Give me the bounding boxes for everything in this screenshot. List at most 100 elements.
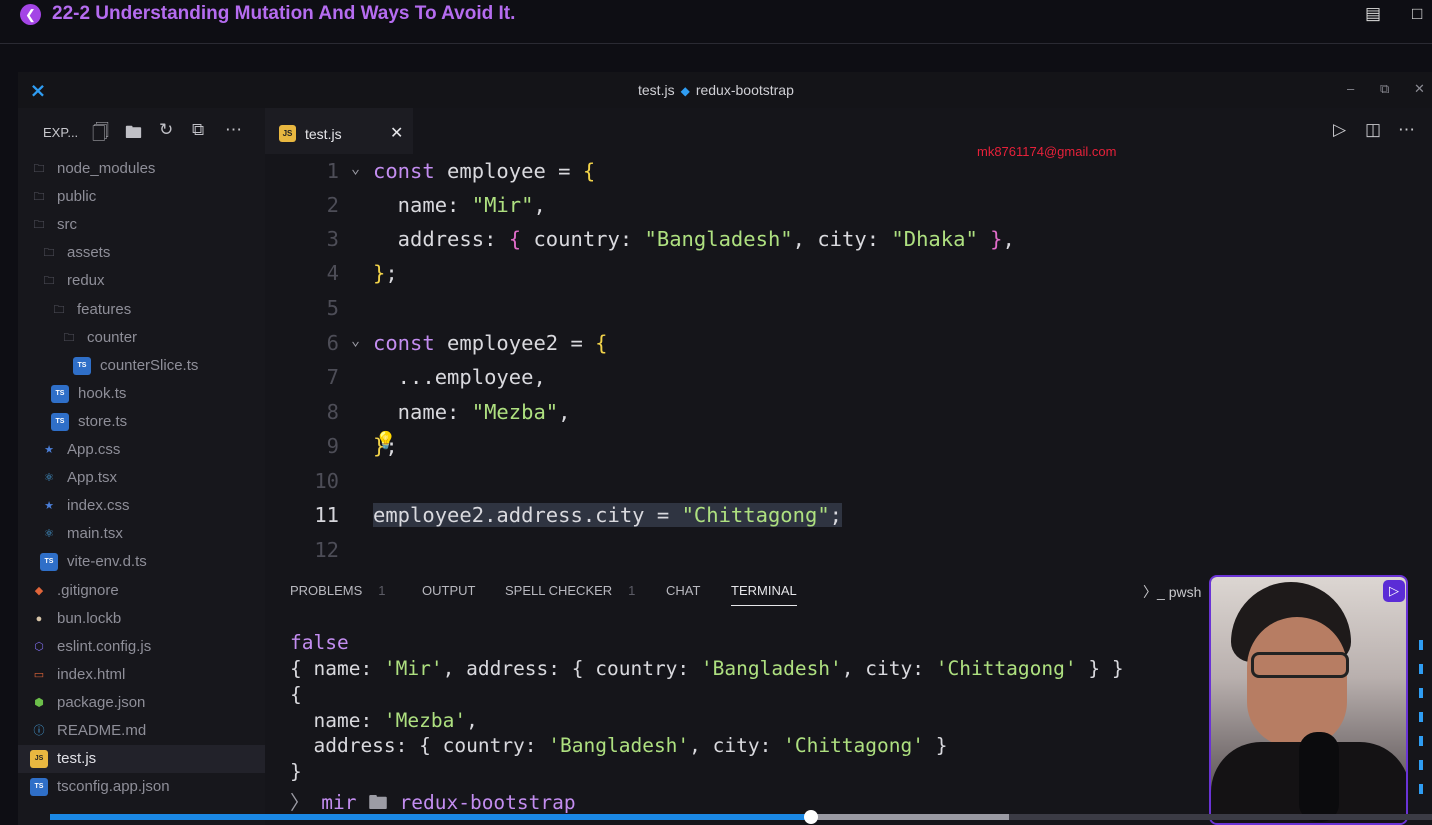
code-editor[interactable]: 1 ⌄ const employee = { 2 name: "Mir", 3 … <box>265 154 1432 574</box>
prompt-dir: redux-bootstrap <box>399 791 576 814</box>
tree-item[interactable]: ◆ .gitignore <box>18 577 265 605</box>
folder-icon: 🗀 <box>33 163 45 175</box>
folder-icon: 🗀 <box>43 247 55 260</box>
ts-icon: TS <box>51 384 69 403</box>
tree-item[interactable]: 🗀 redux <box>18 267 265 295</box>
tab-count: 1 <box>378 583 386 598</box>
explorer-sidebar: EXP... 🗍 🖿 ↻ ⧉ ⋯ 🗀 node_modules 🗀 public 🗀 sr… <box>18 108 265 825</box>
split-editor-icon[interactable]: ◫ <box>1365 120 1381 140</box>
html-icon: ▭ <box>33 668 45 681</box>
fold-chevron-icon[interactable]: ⌄ <box>351 159 360 177</box>
code-line: 7 ...employee, <box>265 360 1432 394</box>
bookmark-icon[interactable]: □ <box>1412 4 1430 24</box>
tree-item-label: package.json <box>57 693 146 711</box>
tree-item[interactable]: 🗀 public <box>18 183 265 211</box>
vscode-logo-icon: ⨯ <box>30 81 46 102</box>
refresh-icon[interactable]: ↻ <box>159 120 173 140</box>
explorer-header: EXP... 🗍 🖿 ↻ ⧉ ⋯ <box>18 108 265 154</box>
tree-item[interactable]: 🗀 assets <box>18 239 265 267</box>
shell-selector[interactable]: 〉_ pwsh <box>1143 582 1201 602</box>
code-line: 4 }; <box>265 256 1432 290</box>
tree-item[interactable]: ▭ index.html <box>18 661 265 689</box>
tree-item[interactable]: ★ App.css <box>18 436 265 464</box>
tree-item[interactable]: 🗀 node_modules <box>18 155 265 183</box>
js-file-icon: JS <box>279 125 296 142</box>
tree-item[interactable]: ⚛ App.tsx <box>18 464 265 492</box>
tree-item[interactable]: TS store.ts <box>18 408 265 436</box>
tab-spell-checker[interactable]: SPELL CHECKER 1 <box>505 583 635 598</box>
eslint-icon: ⬡ <box>34 640 44 653</box>
editor-area: JS test.js ✕ ▷ ◫ ⋯ mk8761174@gmail.com 1… <box>265 108 1432 573</box>
code-text-selected: employee2.address.city = "Chittagong"; <box>373 503 843 527</box>
ts-icon: TS <box>40 553 58 572</box>
tab-chat[interactable]: CHAT <box>666 583 700 598</box>
tab-terminal[interactable]: TERMINAL <box>731 583 797 606</box>
close-window-icon[interactable]: ✕ <box>1414 81 1425 97</box>
code-text: name: "Mezba", <box>373 400 571 424</box>
folder-icon: 🗀 <box>63 331 75 344</box>
window-project: redux-bootstrap <box>695 82 794 98</box>
tree-item[interactable]: 🗀 src <box>18 211 265 239</box>
terminal-line: address: { country: 'Bangladesh', city: … <box>290 734 948 757</box>
video-progress-bar[interactable] <box>50 810 1432 824</box>
tab-output[interactable]: OUTPUT <box>422 583 475 598</box>
tree-item[interactable]: ⓘ README.md <box>18 717 265 745</box>
line-number: 8 <box>326 400 339 424</box>
new-file-icon[interactable]: 🗍 <box>92 120 109 149</box>
notes-icon[interactable]: ▤ <box>1365 4 1383 24</box>
tree-item-label: counterSlice.ts <box>100 356 199 374</box>
folder-icon: 🗀 <box>33 219 45 232</box>
tree-item-label: test.js <box>57 750 97 768</box>
line-number: 1 <box>326 159 339 183</box>
tree-item[interactable]: ⬢ package.json <box>18 689 265 717</box>
prompt-user: mir <box>321 791 357 814</box>
fold-chevron-icon[interactable]: ⌄ <box>351 331 360 349</box>
line-number: 6 <box>326 331 339 355</box>
more-actions-icon[interactable]: ⋯ <box>1398 120 1415 140</box>
webcam-overlay: ▷ <box>1209 575 1408 825</box>
tree-item[interactable]: JS test.js <box>18 745 265 774</box>
terminal-line: { name: 'Mir', address: { country: 'Bang… <box>290 657 1124 680</box>
git-icon: ◆ <box>34 584 44 597</box>
tree-item-label: redux <box>67 272 105 290</box>
tree-item-label: tsconfig.app.json <box>57 778 170 796</box>
tree-item[interactable]: 🗀 features <box>18 296 265 324</box>
line-number: 10 <box>314 469 339 493</box>
tree-item[interactable]: ⚛ main.tsx <box>18 520 265 548</box>
tree-item[interactable]: TS hook.ts <box>18 380 265 408</box>
editor-tabs: JS test.js ✕ ▷ ◫ ⋯ <box>265 108 1432 154</box>
tree-item[interactable]: TS tsconfig.app.json <box>18 773 265 801</box>
code-text: const employee = { <box>373 159 596 183</box>
tree-item-label: eslint.config.js <box>57 637 152 655</box>
tab-problems[interactable]: PROBLEMS 1 <box>290 583 385 598</box>
line-number: 7 <box>326 365 339 389</box>
tree-item[interactable]: ⬡ eslint.config.js <box>18 633 265 661</box>
restore-icon[interactable]: ⧉ <box>1380 81 1389 97</box>
tree-item-label: README.md <box>57 722 147 739</box>
code-text: address: { country: "Bangladesh", city: … <box>373 227 1015 251</box>
window-title: test.js ◆ redux-bootstrap <box>638 82 794 98</box>
tree-item-label: node_modules <box>57 160 156 177</box>
tree-item[interactable]: ● bun.lockb <box>18 605 265 633</box>
tab-label: CHAT <box>666 583 701 598</box>
channel-logo-icon: ▷ <box>1383 580 1405 602</box>
tab-test-js[interactable]: JS test.js ✕ <box>265 108 413 154</box>
more-icon[interactable]: ⋯ <box>225 120 242 140</box>
collapse-icon[interactable]: ⧉ <box>192 120 204 140</box>
tree-item[interactable]: TS counterSlice.ts <box>18 352 265 380</box>
tree-item[interactable]: ★ index.css <box>18 492 265 520</box>
minimize-icon[interactable]: – <box>1347 81 1354 96</box>
webcam-glasses <box>1251 652 1349 678</box>
tree-item[interactable]: TS vite-env.d.ts <box>18 548 265 576</box>
tree-item[interactable]: 🗀 counter <box>18 324 265 352</box>
node-icon: ⬢ <box>34 696 44 709</box>
tree-item-label: index.html <box>57 665 126 683</box>
tree-item-label: assets <box>67 244 111 262</box>
new-folder-icon[interactable]: 🖿 <box>125 120 142 149</box>
ts-icon: TS <box>51 412 69 431</box>
code-line: 1 ⌄ const employee = { <box>265 154 1432 188</box>
lightbulb-icon[interactable]: 💡 <box>375 431 396 451</box>
run-icon[interactable]: ▷ <box>1333 120 1346 140</box>
close-tab-icon[interactable]: ✕ <box>390 123 403 143</box>
back-icon[interactable]: ❮ <box>20 4 41 25</box>
